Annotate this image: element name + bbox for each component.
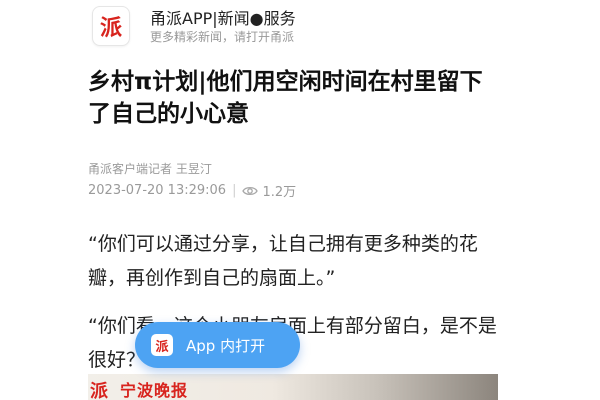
app-title: 甬派APP|新闻●服务 <box>150 9 296 28</box>
article-paragraph: “你们可以通过分享，让自己拥有更多种类的花瓣，再创作到自己的扇面上。” <box>88 233 478 289</box>
article-title: 乡村π计划|他们用空闲时间在村里留下了自己的小心意 <box>88 69 483 127</box>
app-logo-glyph: 派 <box>99 15 122 41</box>
app-logo-icon: 派 <box>92 6 130 46</box>
meta-separator: | <box>232 183 237 198</box>
open-in-app-label: App 内打开 <box>186 336 266 355</box>
eye-icon <box>242 186 259 195</box>
open-in-app-button[interactable]: 派 App 内打开 <box>135 322 300 368</box>
view-count: 1.2万 <box>262 185 297 200</box>
app-subtitle: 更多精彩新闻，请打开甬派 <box>150 30 295 44</box>
app-header[interactable]: 派 甬派APP|新闻●服务 更多精彩新闻，请打开甬派 <box>84 0 524 50</box>
article-meta: 2023-07-20 13:29:06 | 1.2万 <box>88 181 296 200</box>
article-byline: 甬派客户端记者 王昱汀 <box>88 162 212 176</box>
banner-logo-icon: 派 <box>90 381 108 400</box>
banner-text: 宁波晚报 <box>120 381 189 400</box>
article-datetime: 2023-07-20 13:29:06 <box>88 183 227 198</box>
app-logo-icon: 派 <box>151 334 173 356</box>
newspaper-banner-image: 派 宁波晚报 <box>88 374 498 400</box>
app-logo-glyph: 派 <box>155 339 169 355</box>
